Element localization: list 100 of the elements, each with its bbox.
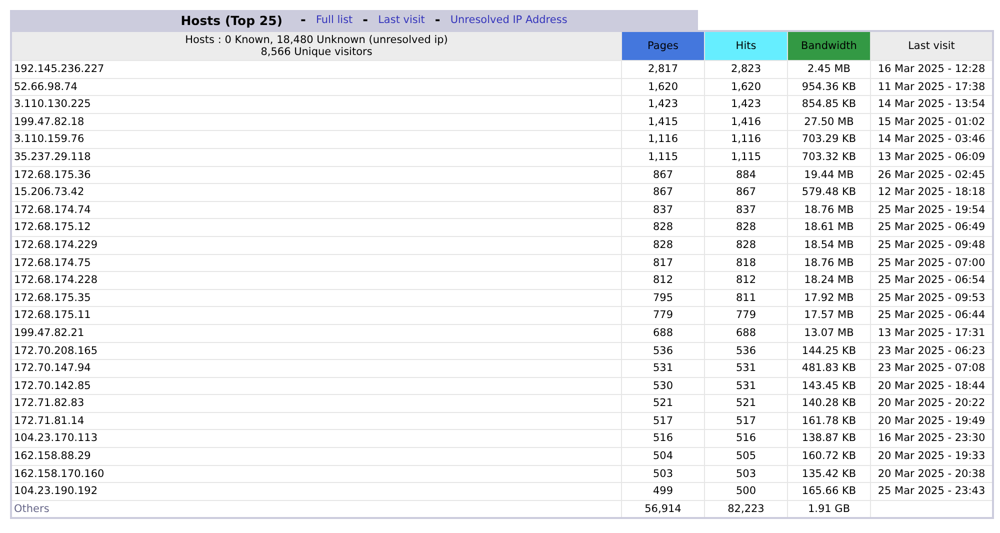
table-cell: 504 xyxy=(622,448,704,466)
table-cell: 828 xyxy=(704,236,788,254)
table-cell: 817 xyxy=(622,254,704,272)
table-cell: 15 Mar 2025 - 01:02 xyxy=(870,113,993,131)
table-cell: 811 xyxy=(704,289,788,307)
host-cell: 192.145.236.227 xyxy=(11,60,622,78)
table-cell: 884 xyxy=(704,166,788,184)
host-cell: 199.47.82.18 xyxy=(11,113,622,131)
table-cell: 25 Mar 2025 - 07:00 xyxy=(870,254,993,272)
host-cell: 172.70.142.85 xyxy=(11,377,622,395)
table-cell: 25 Mar 2025 - 23:43 xyxy=(870,482,993,500)
table-cell: 779 xyxy=(622,306,704,324)
table-cell: 13.07 MB xyxy=(788,324,870,342)
table-cell: 82,223 xyxy=(704,500,788,518)
table-cell: 795 xyxy=(622,289,704,307)
table-cell: 144.25 KB xyxy=(788,342,870,360)
table-cell: 1,116 xyxy=(704,130,788,148)
host-cell: 172.68.175.36 xyxy=(11,166,622,184)
table-cell: 1,415 xyxy=(622,113,704,131)
table-cell: 954.36 KB xyxy=(788,78,870,96)
host-cell: 172.68.174.228 xyxy=(11,272,622,290)
table-cell: 18.76 MB xyxy=(788,254,870,272)
table-cell: 1,423 xyxy=(622,96,704,114)
host-cell: 172.68.174.229 xyxy=(11,236,622,254)
table-cell: 23 Mar 2025 - 06:23 xyxy=(870,342,993,360)
host-cell: 172.68.175.12 xyxy=(11,218,622,236)
table-cell: 531 xyxy=(704,377,788,395)
table-cell: 867 xyxy=(622,184,704,202)
host-cell: 35.237.29.118 xyxy=(11,148,622,166)
table-cell: 143.45 KB xyxy=(788,377,870,395)
column-header: Last visit xyxy=(870,31,993,60)
table-cell: 579.48 KB xyxy=(788,184,870,202)
table-cell: 160.72 KB xyxy=(788,448,870,466)
table-cell: 25 Mar 2025 - 09:48 xyxy=(870,236,993,254)
table-cell: 17.92 MB xyxy=(788,289,870,307)
table-cell: 531 xyxy=(622,360,704,378)
table-cell: 536 xyxy=(704,342,788,360)
table-cell: 20 Mar 2025 - 18:44 xyxy=(870,377,993,395)
table-cell: 14 Mar 2025 - 13:54 xyxy=(870,96,993,114)
table-cell: 828 xyxy=(704,218,788,236)
table-cell: 135.42 KB xyxy=(788,465,870,483)
table-cell: 812 xyxy=(622,272,704,290)
table-cell: 867 xyxy=(704,184,788,202)
host-cell: 104.23.190.192 xyxy=(11,482,622,500)
table-cell: 161.78 KB xyxy=(788,412,870,430)
host-cell: 15.206.73.42 xyxy=(11,184,622,202)
link[interactable]: Full list xyxy=(316,14,353,26)
host-cell: 162.158.170.160 xyxy=(11,465,622,483)
table-cell: 16 Mar 2025 - 23:30 xyxy=(870,430,993,448)
table-cell: 20 Mar 2025 - 19:49 xyxy=(870,412,993,430)
table-cell: 2,817 xyxy=(622,60,704,78)
table-cell: 18.61 MB xyxy=(788,218,870,236)
table-cell: 688 xyxy=(622,324,704,342)
host-cell: 172.71.82.83 xyxy=(11,394,622,412)
table-cell: 17.57 MB xyxy=(788,306,870,324)
host-cell: 172.68.175.11 xyxy=(11,306,622,324)
column-header: Hosts : 0 Known, 18,480 Unknown (unresolved ip) 8,566 Unique visitors xyxy=(11,31,622,60)
table-cell: 12 Mar 2025 - 18:18 xyxy=(870,184,993,202)
host-cell: 172.68.175.35 xyxy=(11,289,622,307)
table-cell: 25 Mar 2025 - 06:54 xyxy=(870,272,993,290)
table-cell: 837 xyxy=(704,201,788,219)
host-cell: 3.110.159.76 xyxy=(11,130,622,148)
table-cell: 517 xyxy=(704,412,788,430)
table-cell: 165.66 KB xyxy=(788,482,870,500)
table-cell: 516 xyxy=(704,430,788,448)
host-cell: 172.68.174.74 xyxy=(11,201,622,219)
table-cell: 818 xyxy=(704,254,788,272)
table-cell: 517 xyxy=(622,412,704,430)
table-cell: 1,620 xyxy=(622,78,704,96)
table-cell: 530 xyxy=(622,377,704,395)
table-cell: 16 Mar 2025 - 12:28 xyxy=(870,60,993,78)
table-cell: 500 xyxy=(704,482,788,500)
host-cell: 162.158.88.29 xyxy=(11,448,622,466)
table-cell: 18.54 MB xyxy=(788,236,870,254)
table-cell: 688 xyxy=(704,324,788,342)
column-header: Bandwidth xyxy=(788,31,870,60)
others-label: Others xyxy=(11,500,622,518)
link[interactable]: Unresolved IP Address xyxy=(450,14,568,26)
host-cell: 3.110.130.225 xyxy=(11,96,622,114)
table-cell: 703.32 KB xyxy=(788,148,870,166)
host-cell: 172.71.81.14 xyxy=(11,412,622,430)
column-header: Hits xyxy=(704,31,788,60)
table-cell: 867 xyxy=(622,166,704,184)
table-cell: 1.91 GB xyxy=(788,500,870,518)
table-cell: 20 Mar 2025 - 20:38 xyxy=(870,465,993,483)
table-cell: 18.76 MB xyxy=(788,201,870,219)
table-cell: 18.24 MB xyxy=(788,272,870,290)
table-cell: 1,115 xyxy=(622,148,704,166)
table-cell: 14 Mar 2025 - 03:46 xyxy=(870,130,993,148)
link[interactable]: Last visit xyxy=(378,14,425,26)
table-cell: 828 xyxy=(622,236,704,254)
table-cell: 1,416 xyxy=(704,113,788,131)
table-cell: 25 Mar 2025 - 06:49 xyxy=(870,218,993,236)
table-cell: 27.50 MB xyxy=(788,113,870,131)
table-cell: 13 Mar 2025 - 06:09 xyxy=(870,148,993,166)
table-cell: 505 xyxy=(704,448,788,466)
table-cell: 1,423 xyxy=(704,96,788,114)
host-cell: 104.23.170.113 xyxy=(11,430,622,448)
host-cell: 199.47.82.21 xyxy=(11,324,622,342)
table-cell: 25 Mar 2025 - 09:53 xyxy=(870,289,993,307)
